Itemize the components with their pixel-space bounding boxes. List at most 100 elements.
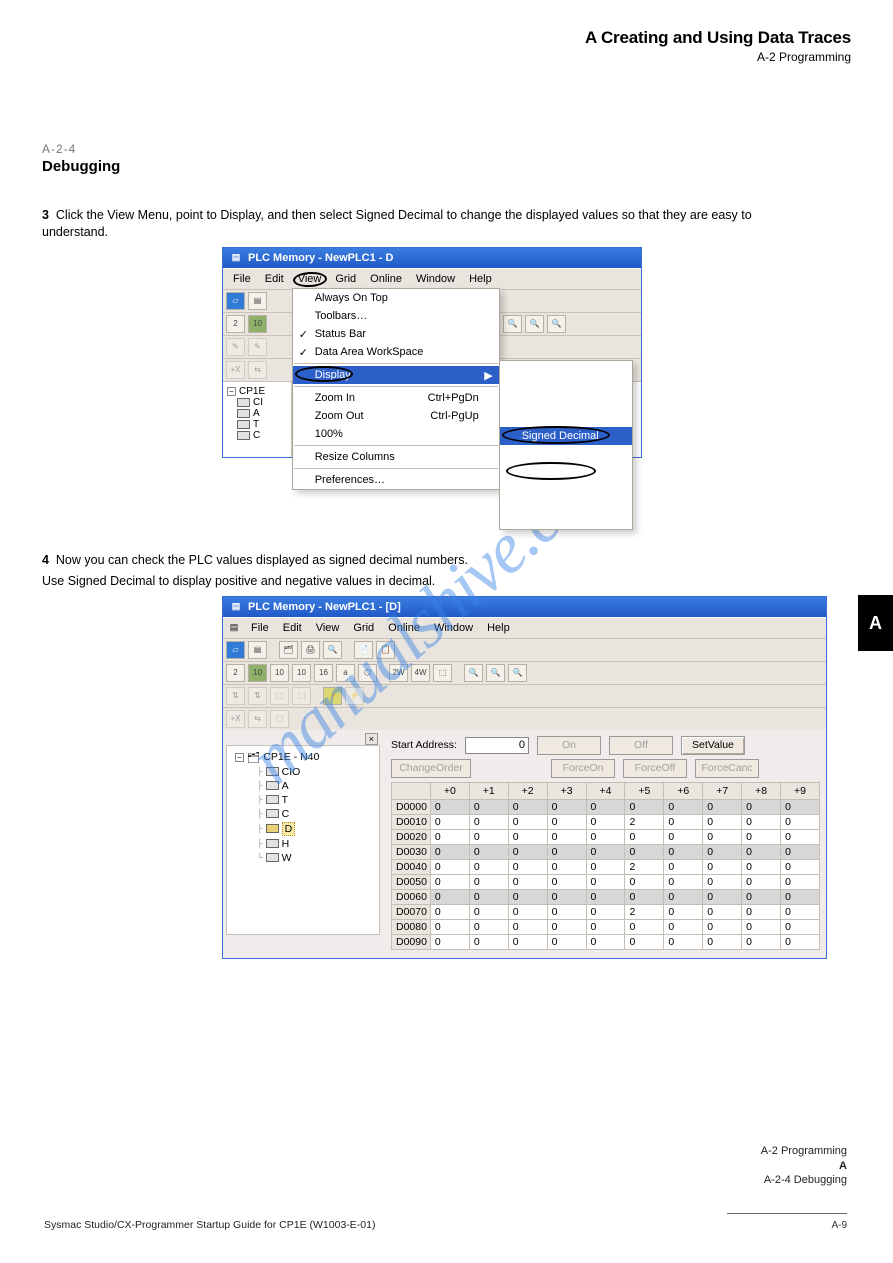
toolbar-button[interactable]: ⇅ [248,687,267,705]
data-cell[interactable]: 0 [430,889,469,904]
data-cell[interactable]: 0 [586,889,625,904]
data-cell[interactable]: 0 [664,889,703,904]
toolbar-button[interactable]: ✎ [226,338,245,356]
tree-item-c[interactable]: ├C [229,807,377,821]
data-cell[interactable]: 0 [430,904,469,919]
table-row[interactable]: D00700000020000 [392,904,820,919]
data-cell[interactable]: 0 [430,874,469,889]
display-signed-decimal[interactable]: Signed Decimal [500,427,632,445]
menu-preferences[interactable]: Preferences… [293,471,499,489]
display-double-float[interactable]: Double Floating Point [500,499,632,529]
menu-100[interactable]: 100% [293,425,499,443]
tree-item[interactable]: T [227,419,287,430]
menu-grid[interactable]: Grid [347,620,380,636]
collapse-icon[interactable]: − [235,753,244,762]
data-cell[interactable]: 0 [781,859,820,874]
menu-online[interactable]: Online [364,271,408,287]
data-cell[interactable]: 0 [703,859,742,874]
collapse-icon[interactable]: − [227,387,236,396]
data-cell[interactable]: 0 [430,799,469,814]
data-cell[interactable]: 0 [742,814,781,829]
toolbar-button[interactable]: ⬚ [270,710,289,728]
menu-always-on-top[interactable]: Always On Top [293,289,499,307]
tree-item[interactable]: CI [227,397,287,408]
tree-root[interactable]: −🗂CP1E - N40 [229,750,377,765]
data-cell[interactable]: 0 [625,934,664,949]
toolbar-button[interactable]: +X [226,710,245,728]
tree-item-cio[interactable]: ├CIO [229,765,377,779]
data-cell[interactable]: 0 [469,889,508,904]
data-cell[interactable]: 0 [664,844,703,859]
data-cell[interactable]: 0 [430,919,469,934]
toolbar-button[interactable]: 2 [226,315,245,333]
data-cell[interactable]: 0 [664,814,703,829]
data-cell[interactable]: 0 [586,904,625,919]
toolbar-button[interactable]: 10 [270,664,289,682]
zoom-in-icon[interactable]: 🔍 [486,664,505,682]
data-cell[interactable]: 0 [430,934,469,949]
data-cell[interactable]: 0 [664,829,703,844]
data-cell[interactable]: 2 [625,859,664,874]
toolbar-button[interactable]: ⇅ [226,687,245,705]
data-cell[interactable]: 0 [508,919,547,934]
menu-zoom-in[interactable]: Zoom InCtrl+PgDn [293,389,499,407]
data-cell[interactable]: 0 [586,859,625,874]
data-cell[interactable]: 0 [703,844,742,859]
data-cell[interactable]: 0 [586,814,625,829]
data-cell[interactable]: 0 [781,934,820,949]
menu-display[interactable]: Display ▶ Binary Binary Coded Decimal De… [293,366,499,384]
data-cell[interactable]: 0 [586,874,625,889]
data-cell[interactable]: 0 [469,904,508,919]
data-cell[interactable]: 0 [703,919,742,934]
data-cell[interactable]: 0 [469,844,508,859]
tree-item-d[interactable]: ├D [229,821,377,837]
data-cell[interactable]: 0 [547,874,586,889]
data-cell[interactable]: 0 [664,874,703,889]
menu-bar[interactable]: ▤ File Edit View Grid Online Window Help [223,617,826,638]
toolbar-button[interactable]: 2 [226,664,245,682]
table-row[interactable]: D00200000000000 [392,829,820,844]
table-row[interactable]: D00500000000000 [392,874,820,889]
data-cell[interactable]: 0 [742,799,781,814]
toolbar-button[interactable]: ⬡ [358,664,377,682]
menu-data-area-workspace[interactable]: Data Area WorkSpace [293,343,499,361]
menu-file[interactable]: File [227,271,257,287]
changeorder-button[interactable]: ChangeOrder [391,759,471,778]
toolbar-button[interactable]: ⬚ [433,664,452,682]
data-cell[interactable]: 0 [508,829,547,844]
data-cell[interactable]: 0 [469,859,508,874]
toolbar-button[interactable]: 10 [248,664,267,682]
data-cell[interactable]: 0 [508,844,547,859]
data-cell[interactable]: 0 [742,934,781,949]
zoom-out-icon[interactable]: 🔍 [508,664,527,682]
toolbar-button[interactable]: 4W [411,664,430,682]
menu-window[interactable]: Window [428,620,479,636]
data-cell[interactable]: 0 [586,799,625,814]
data-cell[interactable]: 0 [781,919,820,934]
memory-tree[interactable]: −🗂CP1E - N40 ├CIO ├A ├T ├C ├D ├H └W [226,745,380,935]
data-cell[interactable]: 0 [508,874,547,889]
preview-icon[interactable]: 🔍 [323,641,342,659]
data-cell[interactable]: 0 [664,904,703,919]
data-cell[interactable]: 0 [547,829,586,844]
table-row[interactable]: D00600000000000 [392,889,820,904]
menu-online[interactable]: Online [382,620,426,636]
data-cell[interactable]: 0 [586,919,625,934]
data-cell[interactable]: 0 [508,799,547,814]
data-cell[interactable]: 0 [469,934,508,949]
print-icon[interactable]: 🖨 [301,641,320,659]
data-cell[interactable]: 0 [742,844,781,859]
menu-help[interactable]: Help [481,620,516,636]
data-cell[interactable]: 0 [703,814,742,829]
data-cell[interactable]: 0 [586,829,625,844]
data-cell[interactable]: 0 [742,859,781,874]
data-cell[interactable]: 0 [703,889,742,904]
data-cell[interactable]: 0 [781,889,820,904]
data-cell[interactable]: 2 [625,814,664,829]
data-cell[interactable]: 0 [703,874,742,889]
paste-icon[interactable]: 📋 [376,641,395,659]
data-cell[interactable]: 0 [586,844,625,859]
toolbar-button[interactable]: ⇆ [248,710,267,728]
data-cell[interactable]: 0 [547,934,586,949]
table-row[interactable]: D00800000000000 [392,919,820,934]
